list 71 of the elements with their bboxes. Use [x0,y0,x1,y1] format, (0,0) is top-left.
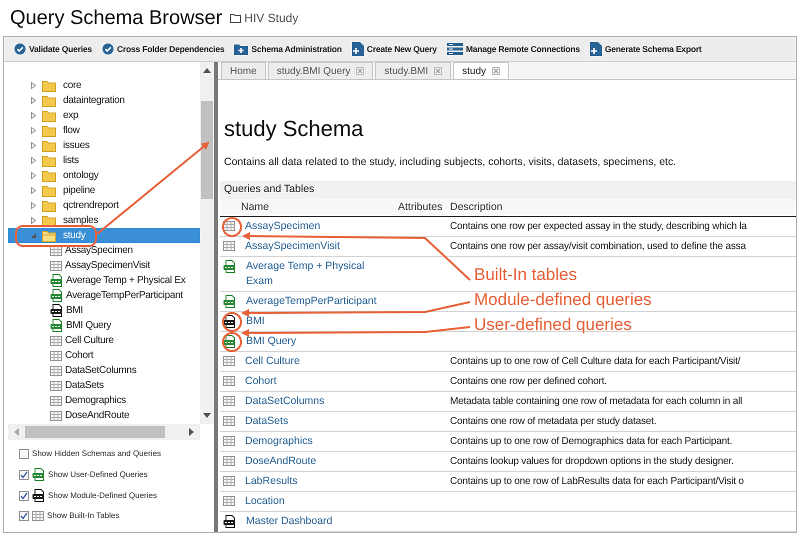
query-link[interactable]: Cohort [245,374,375,389]
toolbar-button[interactable]: Validate Queries [14,42,92,56]
table-cell-text: Contains one row per expected assay in the study, describing which la [450,220,747,234]
tree-item[interactable]: issues [8,138,200,153]
query-link[interactable]: DoseAndRoute [245,454,375,469]
table-cell-text: Contains one row per defined cohort. [450,375,607,389]
tree-item[interactable]: qctrendreport [8,198,200,213]
tree-item[interactable]: exp [8,108,200,123]
table-cell-text: Contains lookup values for dropdown options in the study designer. [450,455,734,469]
tab[interactable]: study.BMI [375,62,452,80]
column-header: Attributes [398,200,444,215]
toolbar-button[interactable]: Schema Administration [234,42,342,56]
tree-item[interactable]: core [8,78,200,93]
tree-item[interactable]: AssaySpecimen [8,243,200,258]
tree-item[interactable]: DoseAndRoute [8,408,200,423]
query-link[interactable]: Demographics [245,434,375,449]
tab[interactable]: study.BMI Query [268,62,374,80]
toolbar-button[interactable]: Cross Folder Dependencies [102,42,224,56]
schema-title: study Schema [224,118,364,140]
query-link[interactable]: Location [245,494,375,509]
query-link[interactable]: BMI [246,314,376,329]
table-cell-text: Contains one row of metadata per study dataset. [450,415,656,429]
tree-item[interactable]: DataSetColumns [8,363,200,378]
tree-item[interactable]: pipeline [8,183,200,198]
toolbar-button[interactable]: Generate Schema Export [590,42,702,56]
table-cell-text: Contains up to one row of Demographics data for each Participant. [450,435,732,449]
tree-item[interactable]: Average Temp + Physical Ex [8,273,200,288]
tree-item[interactable]: Demographics [8,393,200,408]
filter-option[interactable]: Show User-Defined Queries [19,468,214,481]
tree-item[interactable]: dataintegration [8,93,200,108]
query-link[interactable]: Average Temp + Physical Exam [246,259,376,289]
tree-item[interactable]: lists [8,153,200,168]
tree-item[interactable]: samples [8,213,200,228]
filter-option[interactable]: Show Hidden Schemas and Queries [19,448,214,460]
query-link[interactable]: AverageTempPerParticipant [246,294,376,309]
tree-item[interactable]: flow [8,123,200,138]
tree-item[interactable]: AssaySpecimenVisit [8,258,200,273]
tree-item[interactable]: DataSets [8,378,200,393]
tree-item[interactable]: AverageTempPerParticipant [8,288,200,303]
schema-description: Contains all data related to the study, including subjects, cohorts, visits, datasets, specimens, etc. [224,155,678,170]
tree-item[interactable]: Cell Culture [8,333,200,348]
table-cell-text: Contains one row per assay/visit combination, used to define the assa [450,240,746,254]
page-title: Query Schema Browser [10,8,222,28]
callout-label: User-defined queries [474,316,632,333]
tab[interactable]: Home [221,62,266,80]
query-link[interactable]: DataSets [245,414,375,429]
query-link[interactable]: AssaySpecimen [245,219,375,234]
filter-option[interactable]: Show Module-Defined Queries [19,489,214,502]
query-link[interactable]: Master Dashboard [246,514,376,529]
query-link[interactable]: Cell Culture [245,354,375,369]
folder-name: HIV Study [244,10,298,27]
column-header: Name [240,200,270,215]
query-link[interactable]: LabResults [245,474,375,489]
tree-item[interactable]: ontology [8,168,200,183]
callout-label: Built-In tables [474,266,577,283]
column-header: Description [450,200,503,215]
tree-item[interactable]: BMI Query [8,318,200,333]
callout-label: Module-defined queries [474,291,652,308]
query-link[interactable]: DataSetColumns [245,394,375,409]
tab[interactable]: study [453,62,510,80]
filter-option[interactable]: Show Built-In Tables [19,510,214,522]
table-cell-text: Metadata table containing one row of metadata for each column in all [450,395,742,409]
tree-item[interactable]: Cohort [8,348,200,363]
section-header: Queries and Tables [220,181,796,199]
table-cell-text: Contains up to one row of Cell Culture data for each Participant/Visit/ [450,355,740,369]
query-link[interactable]: AssaySpecimenVisit [245,239,375,254]
tree-item[interactable]: BMI [8,303,200,318]
query-link[interactable]: BMI Query [246,334,376,349]
toolbar-button[interactable]: Create New Query [352,42,437,56]
table-cell-text: Contains up to one row of LabResults data for each Participant/Visit o [450,475,744,489]
toolbar-button[interactable]: Manage Remote Connections [446,42,580,56]
